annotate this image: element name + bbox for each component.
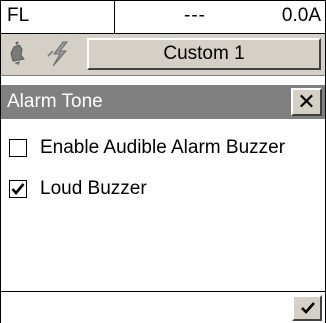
enable-buzzer-label: Enable Audible Alarm Buzzer	[40, 137, 286, 158]
confirm-button[interactable]	[292, 295, 322, 321]
toolbar: Custom 1	[1, 34, 325, 76]
dialog-title: Alarm Tone	[7, 91, 103, 112]
loud-buzzer-label: Loud Buzzer	[40, 178, 147, 199]
dialog-title-bar: Alarm Tone ✕	[1, 85, 325, 119]
checkmark-icon	[11, 183, 25, 196]
checkmark-icon	[301, 302, 315, 314]
device-screen: FL --- 0.0A Custom 1 Alarm Tone ✕ Enable	[0, 0, 326, 323]
close-button[interactable]: ✕	[291, 88, 322, 116]
current-reading: 0.0A	[281, 5, 321, 26]
lightning-icon[interactable]	[43, 39, 77, 69]
reading-value: ---	[184, 5, 206, 26]
status-cell-mode: FL	[1, 1, 115, 33]
close-icon: ✕	[297, 89, 316, 114]
status-bar: FL --- 0.0A	[1, 1, 325, 34]
enable-buzzer-checkbox[interactable]	[9, 139, 27, 157]
bottom-bar	[1, 291, 325, 323]
mode-label: FL	[7, 5, 30, 26]
loud-buzzer-checkbox[interactable]	[9, 180, 27, 198]
profile-button[interactable]: Custom 1	[87, 38, 321, 70]
bell-icon[interactable]	[5, 39, 39, 69]
